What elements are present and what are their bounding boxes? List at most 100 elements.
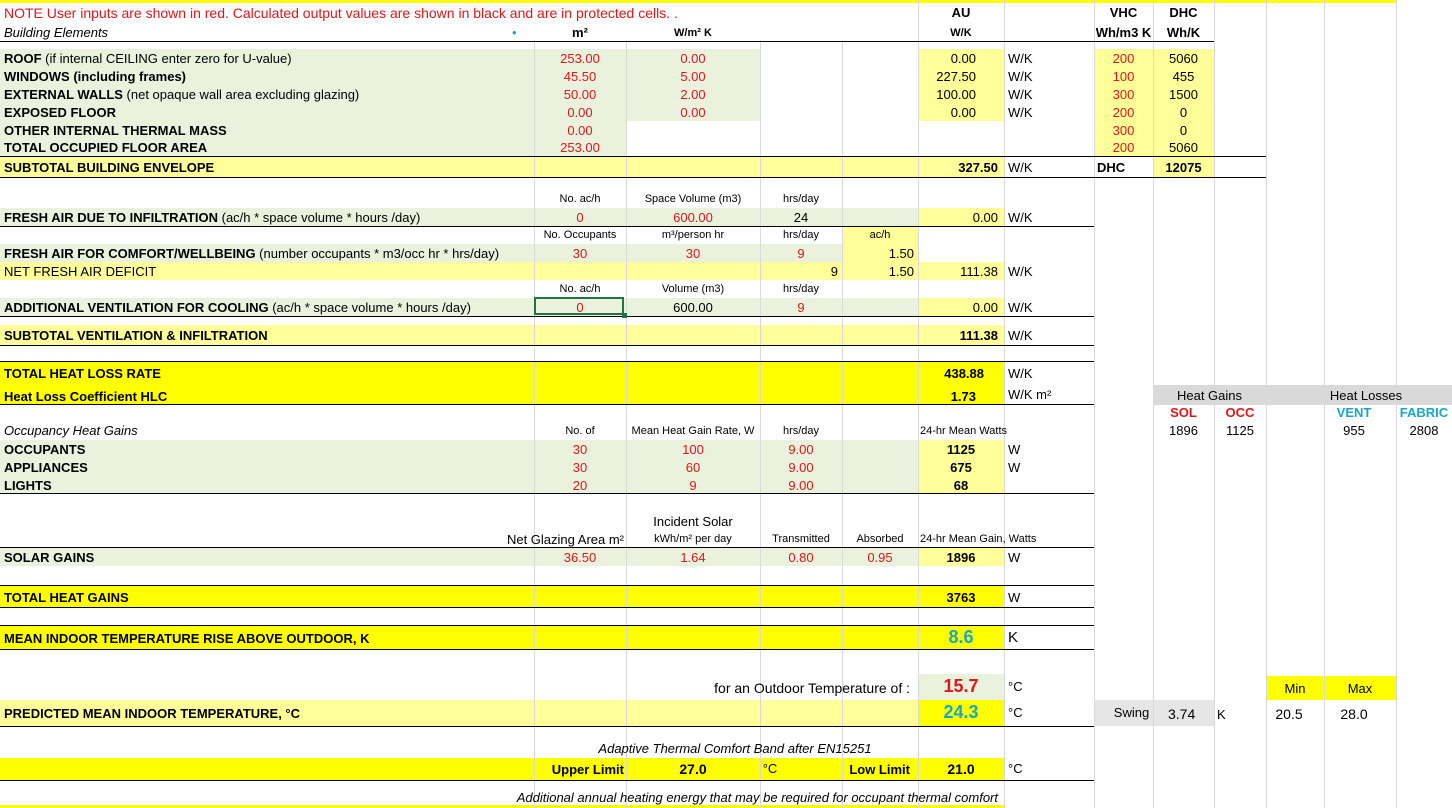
dhc-header: DHC	[1169, 5, 1198, 20]
outdoor-label: for an Outdoor Temperature of :	[714, 680, 910, 696]
rise-label: MEAN INDOOR TEMPERATURE RISE ABOVE OUTDO…	[4, 631, 370, 646]
total-gains-unit: W	[1008, 590, 1021, 605]
comfort-hrs-input[interactable]: 9	[760, 247, 842, 260]
occupancy-rate-input[interactable]: 9	[626, 479, 760, 492]
cooling-volume-header: Volume (m3)	[661, 283, 725, 295]
envelope-au-unit: W/K	[1008, 69, 1033, 84]
total-loss-label: TOTAL HEAT LOSS RATE	[4, 366, 161, 381]
occupancy-hrs-input[interactable]: 9.00	[760, 443, 842, 456]
envelope-vhc-input[interactable]: 300	[1094, 124, 1153, 137]
upper-limit-value: 27.0	[679, 761, 707, 777]
subtotal-vent-unit: W/K	[1008, 328, 1033, 343]
solar-area[interactable]: 36.50	[534, 551, 626, 564]
envelope-vhc-input[interactable]: 300	[1094, 88, 1153, 101]
envelope-area-input[interactable]: 253.00	[534, 141, 626, 154]
infil-ach-input[interactable]: 0	[534, 211, 626, 224]
solar-unit: W	[1008, 550, 1021, 565]
subtotal-envelope-label: SUBTOTAL BUILDING ENVELOPE	[4, 160, 215, 175]
occupancy-rate-input[interactable]: 100	[626, 443, 760, 456]
infiltration-label: FRESH AIR DUE TO INFILTRATION (ac/h * sp…	[4, 210, 421, 225]
envelope-vhc-input[interactable]: 200	[1094, 52, 1153, 65]
comfort-occ-input[interactable]: 30	[534, 247, 626, 260]
envelope-dhc-value: 0	[1179, 123, 1188, 138]
deficit-ach: 1.50	[888, 264, 914, 279]
envelope-area-input[interactable]: 0.00	[534, 106, 626, 119]
deficit-unit: W/K	[1008, 264, 1033, 279]
swing-value: 3.74	[1168, 706, 1196, 722]
envelope-row-label: ROOF (if internal CEILING enter zero for…	[4, 51, 292, 66]
min-label: Min	[1284, 681, 1306, 696]
envelope-dhc-value: 5060	[1169, 140, 1198, 155]
fabric-label: FABRIC	[1399, 405, 1449, 420]
subtotal-vent-value: 111.38	[959, 328, 998, 343]
solar-trans[interactable]: 0.80	[760, 551, 842, 564]
envelope-area-input[interactable]: 50.00	[534, 88, 626, 101]
vent-value: 955	[1343, 423, 1365, 438]
vhc-header: VHC	[1109, 5, 1138, 20]
subtotal-envelope-value: 327.50	[958, 160, 998, 175]
envelope-vhc-input[interactable]: 200	[1094, 141, 1153, 154]
envelope-u-input[interactable]: 2.00	[626, 88, 760, 101]
total-loss-value: 438.88	[944, 366, 984, 381]
subtotal-envelope-unit: W/K	[1008, 160, 1033, 175]
envelope-vhc-input[interactable]: 100	[1094, 70, 1153, 83]
vent-label: VENT	[1336, 405, 1372, 420]
occupancy-n-input[interactable]: 20	[534, 479, 626, 492]
occupancy-hrs-input[interactable]: 9.00	[760, 479, 842, 492]
hlc-value: 1.73	[950, 389, 976, 404]
upper-limit-unit: °C	[762, 761, 778, 776]
infil-volume-input[interactable]: 600.00	[626, 211, 760, 224]
au-unit-header: W/K	[950, 27, 972, 39]
deficit-label: NET FRESH AIR DEFICIT	[4, 264, 157, 279]
u-value-header: W/m² K	[674, 27, 712, 39]
building-elements-label: Building Elements	[4, 25, 109, 40]
sol-label: SOL	[1170, 405, 1197, 420]
solar-abs[interactable]: 0.95	[842, 551, 918, 564]
occupancy-watts-value: 1125	[946, 442, 976, 457]
comfort-band-title: Adaptive Thermal Comfort Band after EN15…	[598, 741, 872, 756]
solar-abs-header: Absorbed	[856, 533, 904, 545]
occ-value: 1125	[1226, 423, 1254, 438]
solar-kwh[interactable]: 1.64	[626, 551, 760, 564]
envelope-area-input[interactable]: 0.00	[534, 124, 626, 137]
upper-limit-label: Upper Limit	[551, 762, 624, 777]
au-header: AU	[951, 5, 971, 20]
envelope-dhc-value: 455	[1172, 69, 1195, 84]
occupancy-n-input[interactable]: 30	[534, 443, 626, 456]
infil-hrs-value: 24	[793, 210, 809, 225]
comfort-occ-header: No. Occupants	[543, 229, 617, 241]
max-value: 28.0	[1340, 706, 1368, 722]
envelope-u-input[interactable]: 0.00	[626, 52, 760, 65]
comfort-rate-input[interactable]: 30	[626, 247, 760, 260]
solar-area-header: Net Glazing Area m²	[506, 532, 624, 547]
occ-hrs-header: hrs/day	[782, 425, 820, 437]
occupancy-row-label: LIGHTS	[4, 478, 52, 493]
cooling-ach-header: No. ac/h	[559, 283, 601, 295]
occupancy-n-input[interactable]: 30	[534, 461, 626, 474]
comfort-ach-header: ac/h	[869, 229, 891, 241]
swing-unit: K	[1217, 707, 1226, 722]
solar-trans-header: Transmitted	[772, 533, 830, 545]
infil-volume-header: Space Volume (m3)	[644, 193, 742, 205]
envelope-vhc-input[interactable]: 200	[1094, 106, 1153, 119]
outdoor-temp-input[interactable]: 15.7	[918, 677, 1004, 695]
occupancy-hrs-input[interactable]: 9.00	[760, 461, 842, 474]
solar-watts: 1896	[946, 550, 976, 565]
subtotal-vent-label: SUBTOTAL VENTILATION & INFILTRATION	[4, 328, 268, 343]
envelope-u-input[interactable]: 5.00	[626, 70, 760, 83]
envelope-au-unit: W/K	[1008, 87, 1033, 102]
envelope-area-input[interactable]: 253.00	[534, 52, 626, 65]
cooling-hrs-input[interactable]: 9	[760, 301, 842, 314]
fabric-value: 2808	[1409, 423, 1439, 438]
envelope-u-input[interactable]: 0.00	[626, 106, 760, 119]
envelope-au-unit: W/K	[1008, 105, 1033, 120]
envelope-au-value: 0.00	[950, 51, 976, 66]
cooling-ach-input[interactable]: 0	[534, 301, 626, 314]
envelope-au-value: 227.50	[936, 69, 976, 84]
cooling-label: ADDITIONAL VENTILATION FOR COOLING (ac/h…	[4, 300, 471, 315]
footer-text: Additional annual heating energy that ma…	[516, 790, 998, 805]
infil-value: 0.00	[972, 210, 998, 225]
envelope-row-label: TOTAL OCCUPIED FLOOR AREA	[4, 140, 208, 155]
occupancy-rate-input[interactable]: 60	[626, 461, 760, 474]
envelope-area-input[interactable]: 45.50	[534, 70, 626, 83]
